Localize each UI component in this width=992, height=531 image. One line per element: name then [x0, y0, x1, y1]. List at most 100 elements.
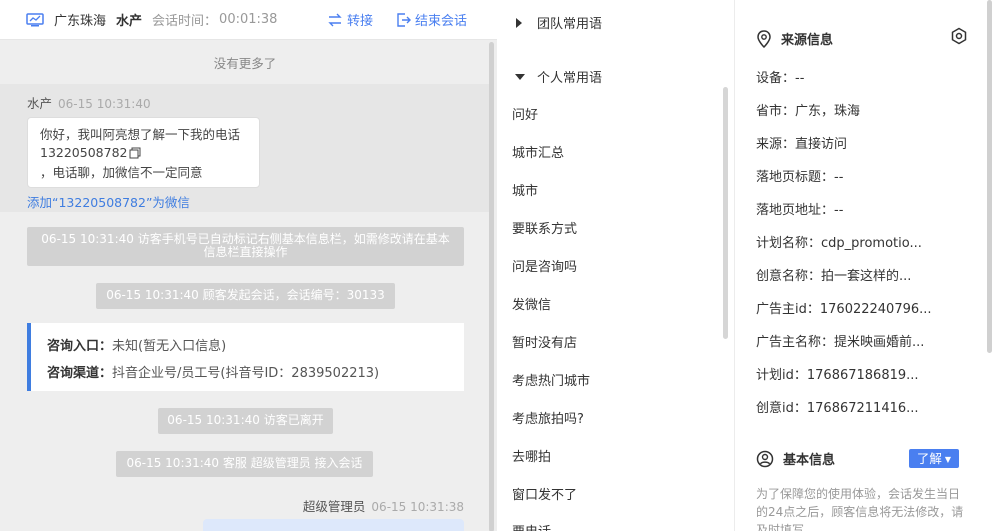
caret-right-icon — [515, 17, 525, 28]
field-advertiser-name: 广告主名称：提米映画婚前... — [756, 331, 924, 350]
system-message-visitor-left: 06-15 10:31:40 访客已离开 — [158, 408, 333, 434]
message-line-1: 你好，我叫阿亮想了解一下我的电话 — [40, 127, 241, 142]
app-root: 广东珠海 水产 会话时间： 00:01:38 转接 结束会话 没有更多了 水产 0… — [0, 0, 992, 531]
personal-phrases-label: 个人常用语 — [537, 71, 603, 86]
source-info-label: 来源信息 — [781, 33, 834, 48]
message-line-3: ，电话聊，加微信不一定同意 — [40, 165, 203, 180]
field-label: 计划id： — [756, 368, 807, 383]
transfer-button[interactable]: 转接 — [327, 10, 373, 29]
basic-info-title: 基本信息 — [756, 449, 835, 468]
field-value: 直接访问 — [795, 137, 848, 152]
system-message-session-start: 06-15 10:31:40 顾客发起会话，会话编号：30133 — [96, 283, 395, 309]
field-value: -- — [795, 71, 805, 86]
phrase-item[interactable]: 问好 — [512, 104, 538, 123]
field-value: 176867186819... — [806, 368, 919, 383]
field-label: 来源： — [756, 137, 796, 152]
end-session-button[interactable]: 结束会话 — [397, 10, 467, 29]
field-landing-title: 落地页标题：-- — [756, 166, 843, 185]
field-value: 提米映画婚前... — [834, 335, 925, 350]
agent-message-sender: 超级管理员 06-15 10:31:38 — [303, 496, 464, 515]
phrase-item[interactable]: 要联系方式 — [512, 218, 577, 237]
field-label: 广告主名称： — [756, 335, 835, 350]
chat-panel: 广东珠海 水产 会话时间： 00:01:38 转接 结束会话 没有更多了 水产 0… — [0, 0, 497, 531]
customer-sender-name: 水产 — [27, 96, 53, 111]
phrases-panel: 团队常用语 个人常用语 问好 城市汇总 城市 要联系方式 问是咨询吗 发微信 暂… — [497, 0, 735, 531]
phrase-item[interactable]: 窗口发不了 — [512, 484, 577, 503]
customer-message-sender: 水产 06-15 10:31:40 — [27, 93, 151, 112]
message-phone-line: 13220508782 — [40, 144, 247, 164]
field-plan-name: 计划名称：cdp_promotio... — [756, 232, 922, 251]
consult-channel-row: 咨询渠道：抖音企业号/员工号(抖音号ID：2839502213) — [47, 360, 448, 387]
field-value: 拍一套这样的... — [821, 269, 912, 284]
field-landing-url: 落地页地址：-- — [756, 199, 843, 218]
phrase-item[interactable]: 要电话 — [512, 521, 551, 531]
field-device: 设备：-- — [756, 67, 804, 86]
chat-scrollbar[interactable] — [489, 42, 494, 531]
session-time-label: 会话时间： — [152, 14, 218, 29]
transfer-icon — [327, 13, 347, 27]
phrase-item[interactable]: 问是咨询吗 — [512, 256, 577, 275]
no-more-text: 没有更多了 — [213, 56, 277, 71]
settings-icon[interactable] — [950, 27, 968, 49]
phrase-item[interactable]: 考虑旅拍吗? — [512, 408, 584, 427]
field-label: 设备： — [756, 71, 796, 86]
end-session-label: 结束会话 — [415, 14, 468, 29]
field-label: 落地页地址： — [756, 203, 835, 218]
field-label: 省市： — [756, 104, 796, 119]
field-value: -- — [834, 170, 844, 185]
add-wechat-link[interactable]: 添加“13220508782”为微信 — [27, 192, 190, 211]
phrase-item[interactable]: 暂时没有店 — [512, 332, 577, 351]
consult-entry-row: 咨询入口：未知(暂无入口信息) — [47, 333, 448, 360]
field-creative-id: 创意id：176867211416... — [756, 397, 919, 416]
session-time-value: 00:01:38 — [219, 12, 278, 27]
field-advertiser-id: 广告主id：176022240796... — [756, 298, 932, 317]
customer-message-time: 06-15 10:31:40 — [58, 97, 151, 111]
basic-info-label: 基本信息 — [783, 453, 836, 468]
field-value: 176022240796... — [819, 302, 932, 317]
consult-info-card: 咨询入口：未知(暂无入口信息) 咨询渠道：抖音企业号/员工号(抖音号ID：283… — [27, 323, 464, 391]
agent-message-bubble — [203, 519, 464, 531]
phrase-item[interactable]: 去哪拍 — [512, 446, 551, 465]
learn-more-label: 了解 — [916, 451, 942, 466]
field-label: 计划名称： — [756, 236, 822, 251]
field-province-city: 省市：广东，珠海 — [756, 100, 860, 119]
system-message-phone-marked: 06-15 10:31:40 访客手机号已自动标记右侧基本信息栏，如需修改请在基… — [27, 227, 464, 266]
source-info-title: 来源信息 — [756, 29, 833, 48]
field-label: 广告主id： — [756, 302, 820, 317]
team-phrases-group[interactable]: 团队常用语 — [515, 13, 602, 32]
copy-icon[interactable] — [129, 146, 141, 164]
phrase-item[interactable]: 考虑热门城市 — [512, 370, 590, 389]
field-value: 176867211416... — [806, 401, 919, 416]
personal-phrases-group[interactable]: 个人常用语 — [515, 67, 602, 86]
phrases-scrollbar[interactable] — [723, 87, 728, 339]
transfer-label: 转接 — [347, 14, 374, 29]
field-label: 创意名称： — [756, 269, 822, 284]
user-circle-icon — [756, 450, 783, 468]
field-plan-id: 计划id：176867186819... — [756, 364, 919, 383]
customer-location: 广东珠海 — [54, 14, 107, 29]
customer-name: 水产 — [116, 14, 143, 29]
field-label: 创意id： — [756, 401, 807, 416]
consult-channel-label: 咨询渠道： — [47, 366, 113, 381]
location-pin-icon — [756, 29, 781, 48]
agent-message-time: 06-15 10:31:38 — [371, 500, 464, 514]
phrase-item[interactable]: 城市汇总 — [512, 142, 564, 161]
caret-down-icon: ▼ — [944, 455, 952, 464]
field-value: cdp_promotio... — [821, 236, 922, 251]
phrase-item[interactable]: 城市 — [512, 180, 538, 199]
customer-message-bubble: 你好，我叫阿亮想了解一下我的电话 13220508782 ，电话聊，加微信不一定… — [27, 117, 260, 188]
field-label: 落地页标题： — [756, 170, 835, 185]
consult-entry-label: 咨询入口： — [47, 339, 113, 354]
field-source: 来源：直接访问 — [756, 133, 847, 152]
consult-entry-value: 未知(暂无入口信息) — [112, 339, 227, 354]
message-phone: 13220508782 — [40, 145, 128, 160]
info-panel-scrollbar[interactable] — [987, 0, 992, 353]
field-creative-name: 创意名称：拍一套这样的... — [756, 265, 911, 284]
monitor-icon — [26, 12, 44, 27]
learn-more-button[interactable]: 了解 ▼ — [909, 449, 959, 468]
caret-down-icon — [515, 73, 525, 81]
phrase-item[interactable]: 发微信 — [512, 294, 551, 313]
agent-sender-name: 超级管理员 — [302, 499, 366, 514]
system-message-agent-joined: 06-15 10:31:40 客服 超级管理员 接入会话 — [116, 451, 373, 477]
consult-channel-value: 抖音企业号/员工号(抖音号ID：2839502213) — [112, 366, 380, 381]
